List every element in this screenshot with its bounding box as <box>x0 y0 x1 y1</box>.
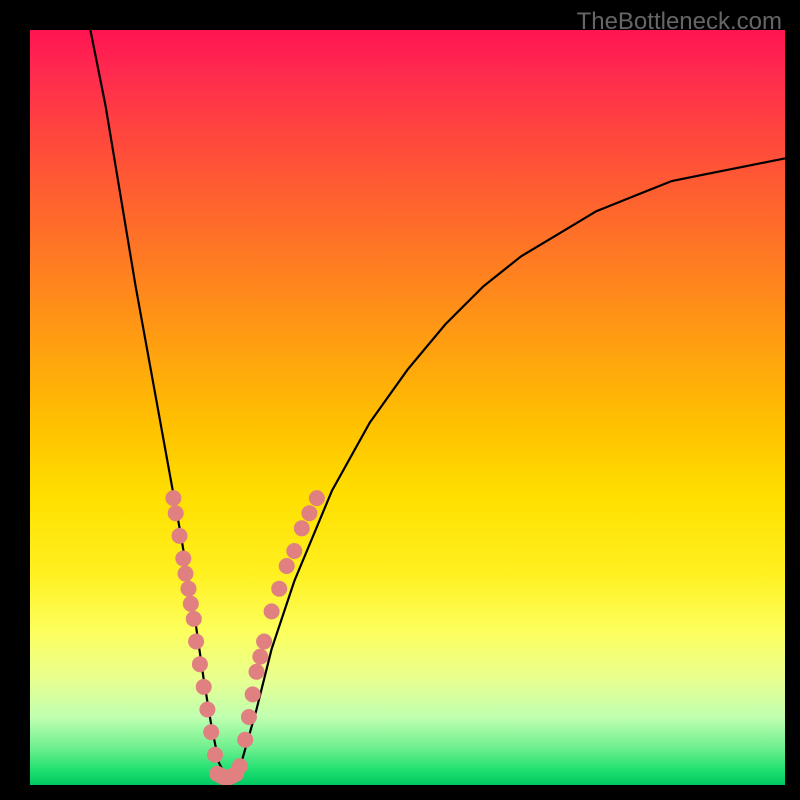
scatter-left <box>165 490 223 763</box>
data-point <box>207 747 223 763</box>
data-point <box>264 603 280 619</box>
data-point <box>279 558 295 574</box>
data-point <box>294 520 310 536</box>
data-point <box>188 634 204 650</box>
data-point <box>245 686 261 702</box>
data-point <box>256 634 272 650</box>
data-point <box>178 566 194 582</box>
data-point <box>309 490 325 506</box>
data-point <box>172 528 188 544</box>
data-point <box>168 505 184 521</box>
data-point <box>252 649 268 665</box>
data-point <box>271 581 287 597</box>
data-point <box>181 581 197 597</box>
data-point <box>249 664 265 680</box>
data-point <box>301 505 317 521</box>
data-point <box>175 551 191 567</box>
data-point <box>165 490 181 506</box>
data-point <box>186 611 202 627</box>
data-point <box>241 709 257 725</box>
data-point <box>196 679 212 695</box>
plot-area <box>30 30 785 785</box>
data-point <box>286 543 302 559</box>
data-point <box>192 656 208 672</box>
data-point <box>232 758 248 774</box>
data-point <box>237 732 253 748</box>
data-point <box>199 702 215 718</box>
data-point <box>183 596 199 612</box>
watermark-text: TheBottleneck.com <box>577 8 782 36</box>
chart-svg <box>30 30 785 785</box>
data-point <box>203 724 219 740</box>
